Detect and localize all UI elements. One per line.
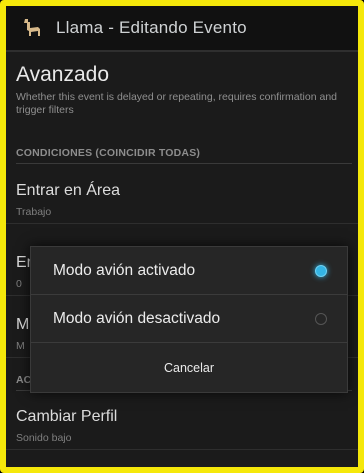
advanced-title: Avanzado bbox=[16, 63, 110, 86]
radio-unselected-icon[interactable] bbox=[315, 312, 327, 325]
airplane-mode-dialog: Modo avión activado Modo avión desactiva… bbox=[30, 246, 348, 393]
condition-title: Entrar en Área bbox=[16, 182, 121, 199]
advanced-summary: Whether this event is delayed or repeati… bbox=[16, 91, 338, 116]
option-airplane-off[interactable]: Modo avión desactivado bbox=[31, 295, 347, 343]
app-title: Llama - Editando Evento bbox=[56, 18, 247, 37]
action-summary: Sonido bajo bbox=[16, 432, 72, 444]
condition-title: M bbox=[16, 316, 30, 333]
condition-summary: M bbox=[16, 340, 25, 352]
action-title: Cambiar Perfil bbox=[16, 408, 118, 425]
preferences-list: Avanzado Whether this event is delayed o… bbox=[6, 52, 358, 467]
condition-enter-area[interactable]: Entrar en Área Trabajo bbox=[6, 170, 358, 224]
radio-selected-icon[interactable] bbox=[315, 264, 327, 277]
option-label: Modo avión activado bbox=[53, 261, 196, 279]
option-airplane-on[interactable]: Modo avión activado bbox=[31, 247, 347, 295]
action-bar: Llama - Editando Evento bbox=[6, 6, 358, 52]
cancel-button[interactable]: Cancelar bbox=[31, 343, 347, 392]
action-change-profile[interactable]: Cambiar Perfil Sonido bajo bbox=[6, 396, 358, 450]
llama-icon[interactable] bbox=[18, 14, 46, 42]
conditions-header: CONDICIONES (COINCIDIR TODAS) bbox=[16, 147, 352, 164]
advanced-preference[interactable]: Avanzado Whether this event is delayed o… bbox=[16, 62, 352, 117]
condition-summary: 0 bbox=[16, 278, 22, 290]
condition-title: Er bbox=[16, 254, 30, 271]
option-label: Modo avión desactivado bbox=[53, 309, 221, 327]
screen-frame: Llama - Editando Evento Avanzado Whether… bbox=[0, 0, 364, 473]
condition-summary: Trabajo bbox=[16, 206, 52, 218]
